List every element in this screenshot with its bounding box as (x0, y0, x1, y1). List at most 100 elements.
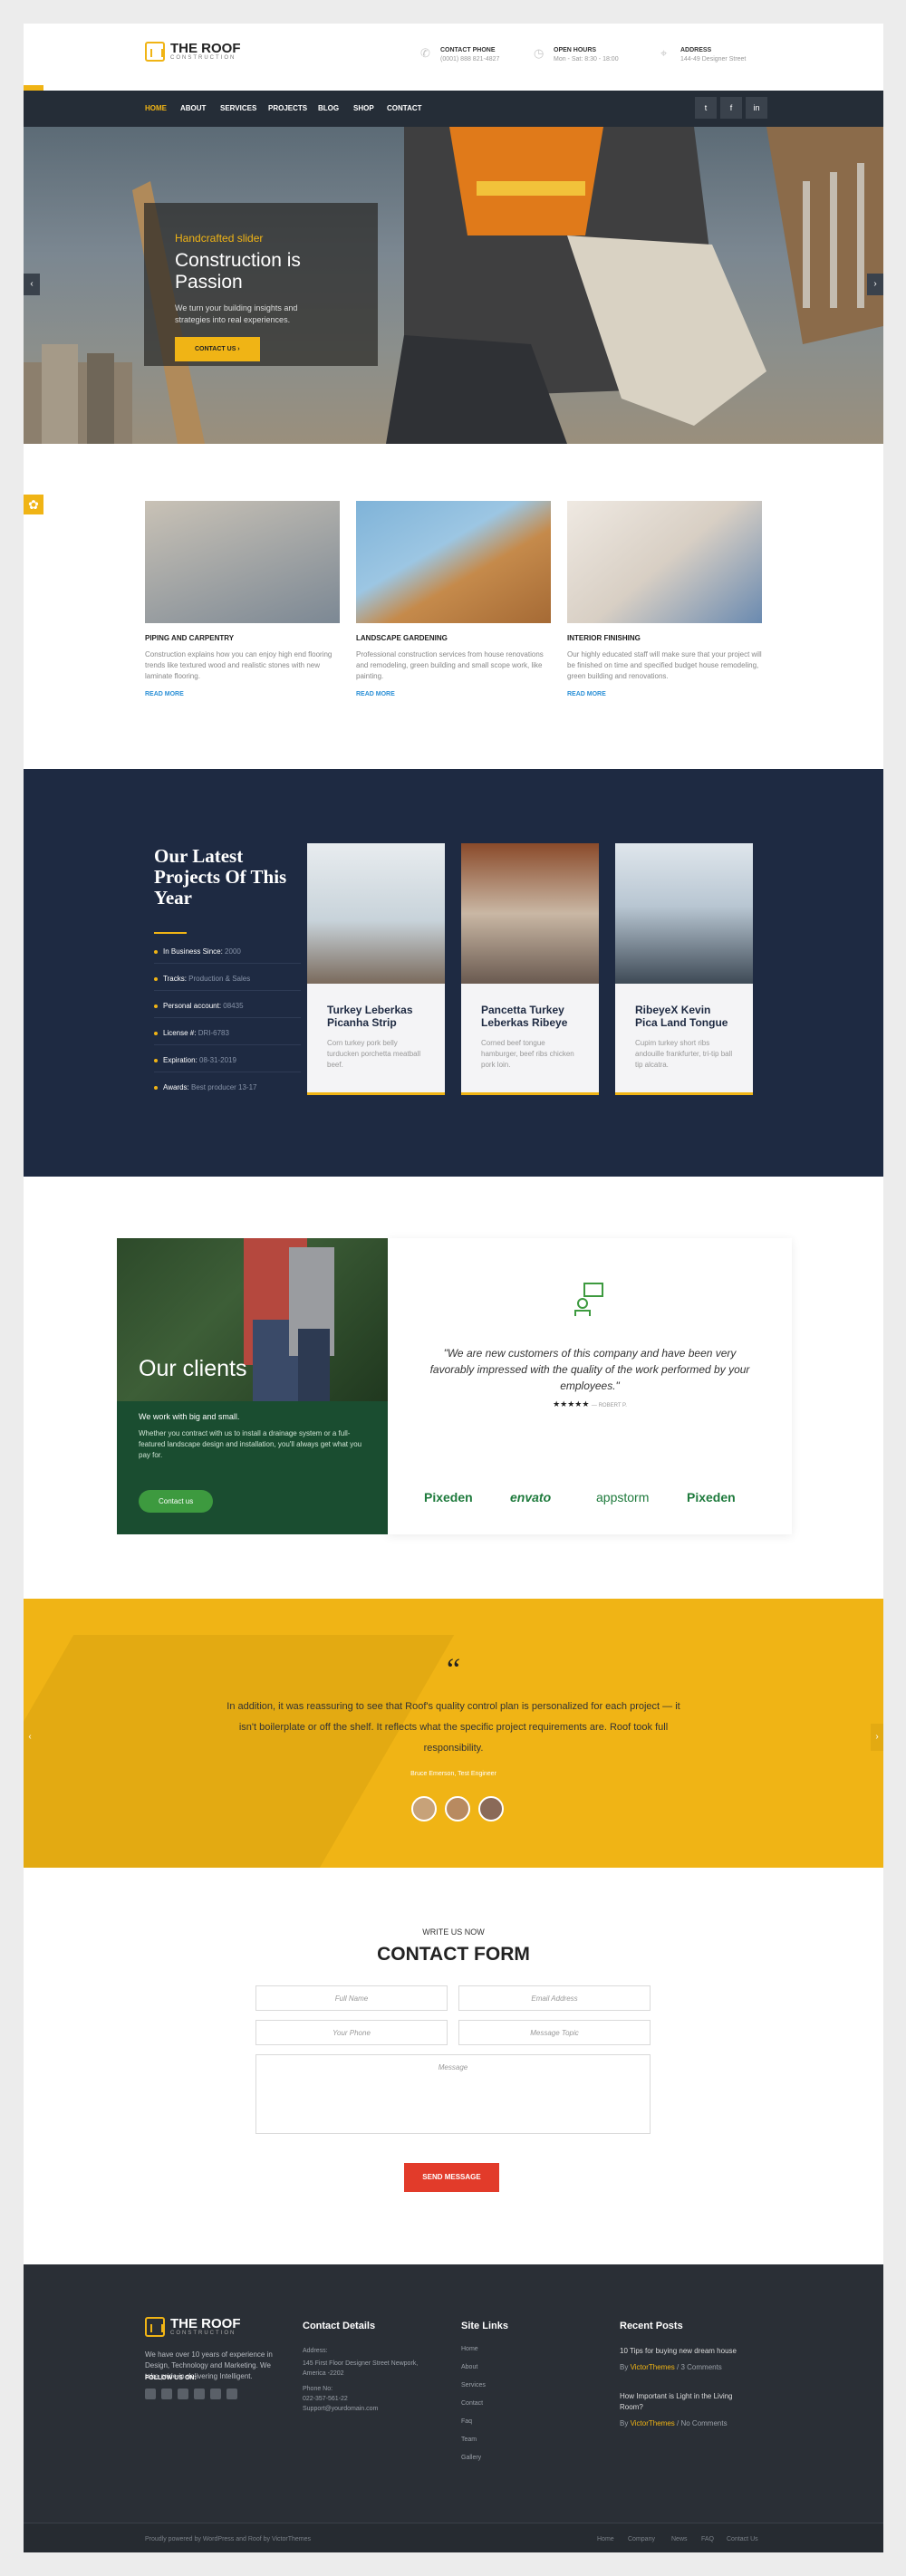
service-text: Professional construction services from … (356, 650, 544, 680)
contact-title: CONTACT FORM (377, 1944, 530, 1965)
phone-input[interactable]: Your Phone (255, 2020, 448, 2045)
post-comments: / 3 Comments (677, 2363, 722, 2371)
logo[interactable]: THE ROOF CONSTRUCTION (145, 42, 241, 62)
hero-subtitle: Handcrafted slider (175, 232, 264, 245)
nav-services[interactable]: SERVICES (220, 104, 256, 112)
logo-name: THE ROOF (170, 41, 241, 56)
stat-value: DRI-6783 (198, 1029, 229, 1037)
page: ✿ THE ROOF CONSTRUCTION ✆ CONTACT PHONE (… (24, 24, 883, 2552)
bottom-link-home[interactable]: Home (597, 2536, 614, 2542)
full-name-input[interactable]: Full Name (255, 1985, 448, 2011)
phone-icon: ✆ (420, 46, 430, 60)
vimeo-icon[interactable] (194, 2389, 205, 2399)
project-title: Turkey Leberkas Picanha Strip (327, 1004, 413, 1029)
youtube-icon[interactable] (226, 2389, 237, 2399)
footer-link-home[interactable]: Home (461, 2346, 478, 2352)
footer-posts-heading: Recent Posts (620, 2321, 683, 2331)
read-more-link[interactable]: READ MORE (356, 691, 551, 697)
nav-contact[interactable]: CONTACT (387, 104, 422, 112)
project-text: Corn turkey pork belly turducken porchet… (327, 1039, 421, 1069)
read-more-link[interactable]: READ MORE (145, 691, 340, 697)
stat-label: Awards: (163, 1083, 189, 1091)
project-stat: Expiration: 08-31-2019 (154, 1056, 301, 1072)
footer-link-services[interactable]: Services (461, 2382, 486, 2389)
project-image (461, 843, 599, 984)
service-text: Construction explains how you can enjoy … (145, 650, 333, 680)
footer-link-faq[interactable]: Faq (461, 2418, 472, 2425)
project-text: Cupim turkey short ribs andouille frankf… (635, 1039, 733, 1069)
bottom-link-faq[interactable]: FAQ (701, 2536, 714, 2542)
clock-icon: ◷ (534, 46, 545, 60)
stat-value: Best producer 13-17 (191, 1083, 257, 1091)
project-card[interactable]: Pancetta Turkey Leberkas Ribeye Corned b… (461, 843, 599, 1095)
testimonial-prev-arrow-icon[interactable]: ‹ (24, 1724, 36, 1751)
recent-post[interactable]: How Important is Light in the Living Roo… (620, 2391, 756, 2429)
read-more-link[interactable]: READ MORE (567, 691, 762, 697)
facebook-icon[interactable] (145, 2389, 156, 2399)
facebook-icon[interactable]: f (720, 97, 742, 119)
email-input[interactable]: Email Address (458, 1985, 651, 2011)
project-stat: License #: DRI-6783 (154, 1029, 301, 1045)
contact-us-button[interactable]: Contact us (139, 1490, 214, 1513)
nav-about[interactable]: ABOUT (180, 104, 206, 112)
logo-name: THE ROOF (170, 2316, 241, 2331)
service-text: Our highly educated staff will make sure… (567, 650, 762, 680)
hero-next-arrow-icon[interactable]: › (867, 274, 883, 295)
nav-home[interactable]: HOME (145, 104, 167, 112)
message-textarea[interactable]: Message (255, 2054, 651, 2134)
divider (154, 932, 187, 934)
projects-title: Our Latest Projects Of This Year (154, 845, 287, 908)
footer-link-team[interactable]: Team (461, 2437, 477, 2443)
nav-blog[interactable]: BLOG (318, 104, 339, 112)
footer-logo[interactable]: THE ROOF CONSTRUCTION (145, 2317, 241, 2337)
clients-subtitle: We work with big and small. (139, 1412, 240, 1421)
testimonial-next-arrow-icon[interactable]: › (871, 1724, 883, 1751)
post-author[interactable]: VictorThemes (631, 2363, 675, 2371)
hero-prev-arrow-icon[interactable]: ‹ (24, 274, 40, 295)
send-message-button[interactable]: SEND MESSAGE (404, 2163, 499, 2192)
twitter-icon[interactable]: t (695, 97, 717, 119)
twitter-icon[interactable] (161, 2389, 172, 2399)
avatar[interactable] (445, 1796, 470, 1821)
post-title[interactable]: How Important is Light in the Living Roo… (620, 2391, 756, 2413)
location-icon: ⌖ (660, 46, 668, 60)
dribbble-icon[interactable] (210, 2389, 221, 2399)
recent-post[interactable]: 10 Tips for buying new dream house By Vi… (620, 2346, 756, 2373)
nav-shop[interactable]: SHOP (353, 104, 374, 112)
hero-contact-button[interactable]: CONTACT US › (175, 337, 260, 361)
post-title[interactable]: 10 Tips for buying new dream house (620, 2346, 756, 2357)
bottom-link-contact[interactable]: Contact Us (727, 2536, 758, 2542)
instagram-icon[interactable] (178, 2389, 188, 2399)
nav-projects[interactable]: PROJECTS (268, 104, 307, 112)
bottom-link-news[interactable]: News (671, 2536, 688, 2542)
top-info-label: ADDRESS (680, 47, 712, 53)
clients-testimonial-card: "We are new customers of this company an… (388, 1238, 792, 1534)
phone-text: 022-357-561-22 (303, 2396, 348, 2402)
testimonial-text: In addition, it was reassuring to see th… (226, 1701, 680, 1754)
project-card[interactable]: Turkey Leberkas Picanha Strip Corn turke… (307, 843, 445, 1095)
clients-photo: Our clients (117, 1238, 388, 1401)
project-card[interactable]: RibeyeX Kevin Pica Land Tongue Cupim tur… (615, 843, 753, 1095)
hero-title: Construction is Passion (175, 250, 301, 293)
post-author[interactable]: VictorThemes (631, 2419, 675, 2427)
service-title: PIPING AND CARPENTRY (145, 634, 235, 642)
clients-title: Our clients (139, 1356, 247, 1381)
brand-logo: Pixeden (687, 1490, 736, 1504)
post-by: By (620, 2363, 629, 2371)
linkedin-icon[interactable]: in (746, 97, 767, 119)
bottom-link-company[interactable]: Company (628, 2536, 655, 2542)
footer-link-gallery[interactable]: Gallery (461, 2455, 481, 2461)
topic-input[interactable]: Message Topic (458, 2020, 651, 2045)
footer-link-about[interactable]: About (461, 2364, 477, 2370)
service-title: INTERIOR FINISHING (567, 634, 641, 642)
quote-author: — ROBERT P. (591, 1403, 627, 1408)
settings-gear-icon[interactable]: ✿ (24, 495, 43, 514)
clients-quote: "We are new customers of this company an… (429, 1347, 750, 1392)
avatar[interactable] (411, 1796, 437, 1821)
email-link[interactable]: Support@yourdomain.com (303, 2406, 378, 2412)
avatar[interactable] (478, 1796, 504, 1821)
top-info-address: ⌖ ADDRESS 144-49 Designer Street (660, 46, 746, 63)
footer-link-contact[interactable]: Contact (461, 2400, 483, 2407)
project-stat: Tracks: Production & Sales (154, 975, 301, 991)
top-info-value: (0001) 888 821-4827 (440, 56, 500, 62)
